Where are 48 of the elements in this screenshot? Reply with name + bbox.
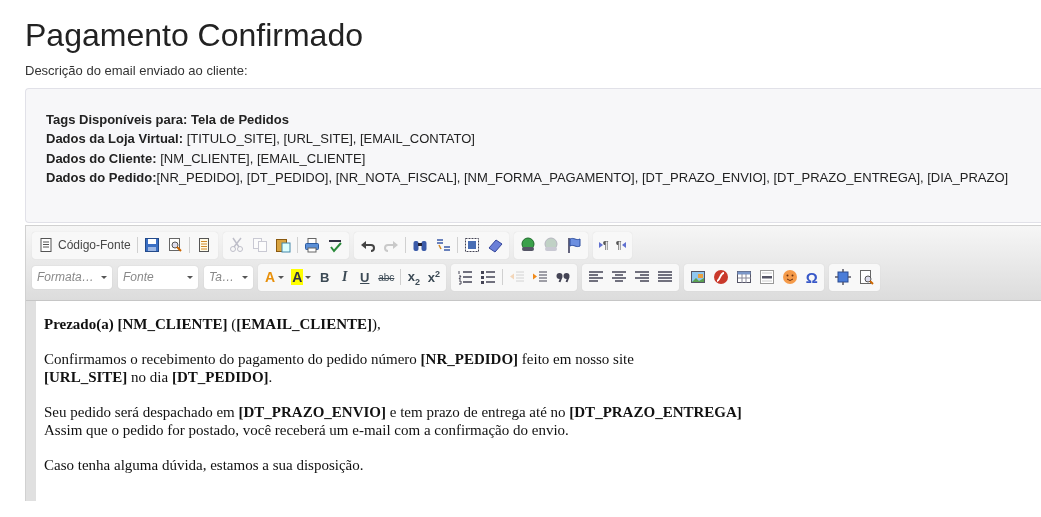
page-title: Pagamento Confirmado (25, 17, 364, 54)
globe-link-icon (519, 237, 536, 254)
copy-icon (251, 237, 268, 254)
format-button[interactable]: abc (375, 267, 398, 287)
magnifier-page-icon (166, 237, 183, 254)
globe-unlink-icon (542, 237, 559, 254)
email-text-line: [URL_SITE] no dia [DT_PEDIDO]. (44, 367, 274, 386)
printer-icon (303, 237, 320, 254)
flash-player-icon (713, 269, 730, 286)
highlight-color-button[interactable]: A (288, 267, 315, 287)
format-button[interactable]: U (355, 267, 375, 287)
format-button[interactable]: x$_{2}$ (404, 267, 424, 287)
replace-icon (434, 237, 451, 254)
format-button[interactable]: I (335, 267, 355, 287)
email-text-line: Seu pedido será despachado em [DT_PRAZO_ENVIO] e tem prazo de entrega até no [DT_PRAZO_ENTREGA] (44, 402, 743, 421)
page-search-icon (858, 269, 875, 286)
tag-list-line: Dados do Pedido:[NR_PEDIDO], [DT_PEDIDO], [NR_NOTA_FISCAL], [NM_FORMA_PAGAMENTO], [DT_PRAZO_ENVIO], [DT_PRAZO_ENTREGA], [DIA_PRAZO] (46, 169, 1010, 188)
flag-icon (565, 237, 582, 254)
maximize-icon (835, 269, 852, 286)
select-all-icon (463, 237, 480, 254)
email-text-line: Caso tenha alguma dúvida, estamos a sua disposição. (44, 455, 365, 474)
dropdown[interactable]: Formata… (32, 265, 112, 289)
right-to-left-button[interactable]: ¶ (612, 235, 629, 255)
email-text-line: Assim que o pedido for postado, você receberá um e-mail com a confirmação do envio. (44, 420, 570, 439)
tag-list-line: Dados do Cliente: [NM_CLIENTE], [EMAIL_CLIENTE] (46, 149, 367, 168)
bulleted-list-icon (480, 269, 497, 286)
email-text-line: Prezado(a) [NM_CLIENTE] ([EMAIL_CLIENTE]), (44, 314, 382, 333)
email-text-line: Confirmamos o recebimento do pagamento do pedido número [NR_PEDIDO] feito em nosso site (44, 349, 635, 368)
eraser-icon (486, 237, 503, 254)
dropdown[interactable]: Ta… (204, 265, 253, 289)
clipboard-icon (274, 237, 291, 254)
format-button[interactable]: Ω (802, 267, 822, 287)
smiley-icon (782, 269, 799, 286)
check-mark-icon (326, 237, 343, 254)
rich-text-editor[interactable] (25, 224, 1041, 501)
left-to-right-button[interactable]: ¶ (595, 235, 612, 255)
dropdown[interactable]: Fonte (118, 265, 198, 289)
description-label: Descrição do email enviado ao cliente: (25, 62, 249, 78)
numbered-list-icon (457, 269, 474, 286)
format-button[interactable]: B (315, 267, 335, 287)
document-icon (38, 237, 54, 254)
image-icon (690, 269, 707, 286)
source-button[interactable]: Código-Fonte (35, 235, 134, 255)
scissors-icon (228, 237, 245, 254)
format-button[interactable]: x$^{2}$ (424, 267, 444, 287)
table-icon (736, 269, 753, 286)
tags-heading: Tags Disponíveis para: Tela de Pedidos (46, 110, 290, 129)
tag-list-line: Dados da Loja Virtual: [TITULO_SITE], [URL_SITE], [EMAIL_CONTATO] (46, 130, 476, 149)
